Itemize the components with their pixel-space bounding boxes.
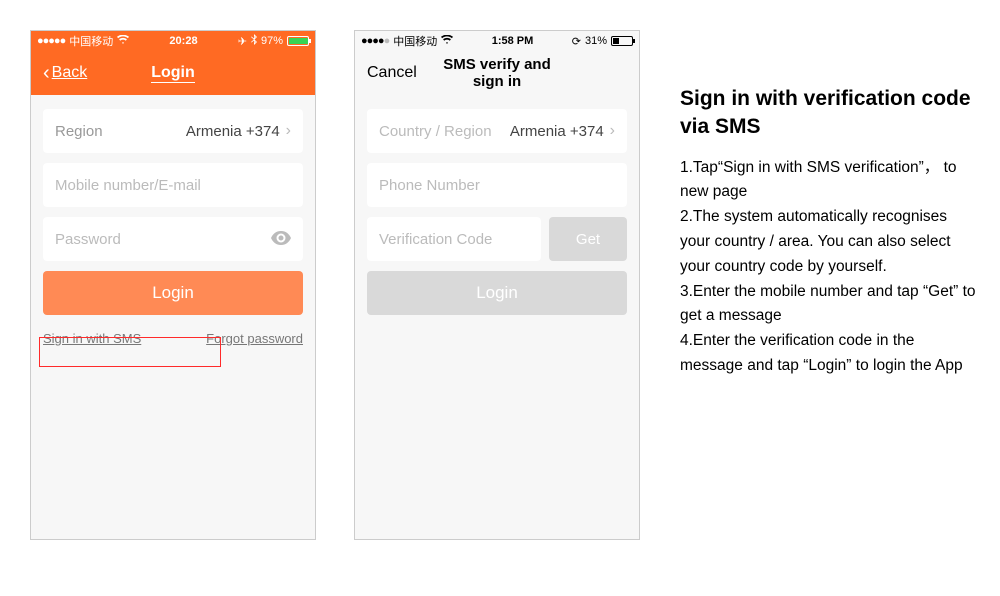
wifi-icon: [117, 35, 129, 48]
battery-pct: 31%: [585, 35, 607, 47]
code-placeholder: Verification Code: [379, 231, 492, 248]
login-button-label: Login: [476, 283, 518, 303]
mobile-placeholder: Mobile number/E-mail: [55, 177, 201, 194]
highlight-box: [39, 337, 221, 367]
rotation-lock-icon: ⟳: [572, 35, 581, 48]
location-icon: ✈: [238, 35, 247, 48]
eye-icon[interactable]: [271, 229, 291, 250]
chevron-right-icon: ›: [286, 122, 291, 140]
carrier-label: 中国移动: [69, 33, 113, 49]
nav-bar: ‹ Back Login: [31, 51, 315, 95]
back-button[interactable]: ‹ Back: [43, 63, 113, 83]
signal-dots-icon: ●●●●●: [37, 35, 65, 47]
instructions-panel: Sign in with verification code via SMS 1…: [680, 30, 980, 379]
login-screenshot: ●●●●● 中国移动 20:28 ✈ 97% ‹ Bac: [30, 30, 316, 540]
page-title: SMS verify and sign in: [437, 56, 557, 90]
login-button[interactable]: Login: [367, 271, 627, 315]
region-label: Region: [55, 123, 103, 140]
sms-verify-screenshot: ●●●●● 中国移动 1:58 PM ⟳ 31% Cancel SMS veri…: [354, 30, 640, 540]
instructions-step-4: 4.Enter the verification code in the mes…: [680, 329, 980, 379]
instructions-step-1: 1.Tap“Sign in with SMS verification”， to…: [680, 156, 980, 206]
phone-placeholder: Phone Number: [379, 177, 480, 194]
cancel-label: Cancel: [367, 64, 417, 82]
region-row[interactable]: Country / Region Armenia +374 ›: [367, 109, 627, 153]
battery-icon: [287, 36, 309, 46]
get-code-button[interactable]: Get: [549, 217, 627, 261]
page-title: Login: [113, 64, 233, 82]
carrier-label: 中国移动: [393, 33, 437, 49]
mobile-email-field[interactable]: Mobile number/E-mail: [43, 163, 303, 207]
chevron-right-icon: ›: [610, 122, 615, 140]
instructions-step-2: 2.The system automatically recognises yo…: [680, 205, 980, 279]
chevron-left-icon: ‹: [43, 63, 50, 83]
get-button-label: Get: [576, 231, 600, 248]
wifi-icon: [441, 35, 453, 48]
status-time: 20:28: [129, 35, 238, 47]
battery-icon: [611, 36, 633, 46]
nav-bar: Cancel SMS verify and sign in: [355, 51, 639, 95]
status-bar: ●●●●● 中国移动 1:58 PM ⟳ 31%: [355, 31, 639, 51]
back-label: Back: [52, 64, 88, 82]
region-value: Armenia +374: [510, 123, 604, 140]
login-button[interactable]: Login: [43, 271, 303, 315]
instructions-title: Sign in with verification code via SMS: [680, 85, 980, 142]
status-time: 1:58 PM: [453, 35, 572, 47]
instructions-step-3: 3.Enter the mobile number and tap “Get” …: [680, 280, 980, 330]
status-bar: ●●●●● 中国移动 20:28 ✈ 97%: [31, 31, 315, 51]
password-field[interactable]: Password: [43, 217, 303, 261]
phone-number-field[interactable]: Phone Number: [367, 163, 627, 207]
signal-dots-icon: ●●●●●: [361, 35, 389, 47]
cancel-button[interactable]: Cancel: [367, 64, 437, 82]
verification-code-field[interactable]: Verification Code: [367, 217, 541, 261]
region-row[interactable]: Region Armenia +374 ›: [43, 109, 303, 153]
region-label: Country / Region: [379, 123, 492, 140]
battery-pct: 97%: [261, 35, 283, 47]
password-placeholder: Password: [55, 231, 121, 248]
login-button-label: Login: [152, 283, 194, 303]
region-value: Armenia +374: [186, 123, 280, 140]
bluetooth-icon: [251, 34, 257, 48]
